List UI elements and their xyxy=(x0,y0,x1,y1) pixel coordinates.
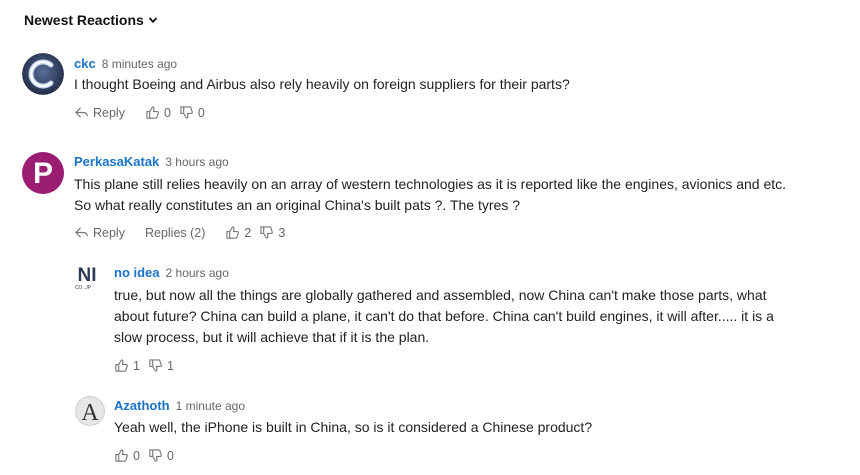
a-letter-icon: A xyxy=(81,400,99,425)
svg-text:CO. JP: CO. JP xyxy=(75,285,92,291)
svg-text:A: A xyxy=(81,400,99,425)
author-name[interactable]: Azathoth xyxy=(114,398,170,413)
thumbs-down-icon xyxy=(149,359,162,372)
reply-button[interactable]: Reply xyxy=(74,105,125,120)
like-button[interactable]: 0 xyxy=(145,105,171,120)
sort-dropdown[interactable]: Newest Reactions xyxy=(24,12,158,28)
reply-button[interactable]: Reply xyxy=(74,225,125,240)
thumbs-down-icon xyxy=(260,226,274,239)
avatar[interactable]: NI CO. JP xyxy=(72,262,102,292)
timestamp: 2 hours ago xyxy=(165,266,229,280)
comment-text: This plane still relies heavily on an ar… xyxy=(74,174,786,216)
author-name[interactable]: ckc xyxy=(74,56,96,71)
p-logo-icon: P xyxy=(33,157,53,190)
thumbs-up-icon xyxy=(115,449,128,462)
dislike-count: 1 xyxy=(166,358,174,373)
like-count: 1 xyxy=(133,358,140,373)
svg-text:NI: NI xyxy=(78,265,97,286)
like-count: 0 xyxy=(163,105,171,120)
like-button[interactable]: 2 xyxy=(225,225,251,240)
reply-label: Reply xyxy=(93,225,125,240)
c-logo-icon xyxy=(22,53,64,95)
reply-label: Reply xyxy=(93,105,125,120)
timestamp: 8 minutes ago xyxy=(101,57,178,71)
author-name[interactable]: no idea xyxy=(114,265,160,280)
timestamp: 3 hours ago xyxy=(165,155,229,169)
comment-text: true, but now all the things are globall… xyxy=(114,285,774,348)
dislike-count: 0 xyxy=(197,105,205,120)
reply-icon xyxy=(75,227,88,238)
comment-line: slow process, but it will achieve that i… xyxy=(114,329,430,345)
thumbs-down-icon xyxy=(180,106,193,119)
thumbs-up-icon xyxy=(226,226,240,239)
dislike-button[interactable]: 1 xyxy=(148,358,174,373)
sort-label: Newest Reactions xyxy=(24,12,144,28)
avatar[interactable] xyxy=(22,53,64,95)
like-button[interactable]: 0 xyxy=(114,448,140,463)
like-count: 0 xyxy=(133,448,140,463)
dislike-button[interactable]: 0 xyxy=(179,105,205,120)
chevron-down-icon xyxy=(148,17,157,24)
dislike-button[interactable]: 0 xyxy=(148,448,174,463)
dislike-count: 3 xyxy=(278,225,286,240)
comment-text: Yeah well, the iPhone is built in China,… xyxy=(114,419,593,435)
dislike-count: 0 xyxy=(166,448,174,463)
like-button[interactable]: 1 xyxy=(114,358,140,373)
comment-line: true, but now all the things are globall… xyxy=(114,287,767,303)
ni-logo-icon: NI CO. JP xyxy=(75,265,97,291)
svg-text:P: P xyxy=(33,157,53,190)
comment-line: So what really constitutes an an origina… xyxy=(74,197,520,213)
like-count: 2 xyxy=(244,225,252,240)
avatar[interactable]: P xyxy=(22,152,64,194)
thumbs-up-icon xyxy=(146,106,159,119)
replies-toggle[interactable]: Replies (2) xyxy=(145,226,205,240)
author-name[interactable]: PerkasaKatak xyxy=(74,154,159,169)
thumbs-up-icon xyxy=(115,359,128,372)
comment-line: about future? China can build a plane, i… xyxy=(114,308,774,324)
comment-line: This plane still relies heavily on an ar… xyxy=(74,176,787,192)
comment-text: I thought Boeing and Airbus also rely he… xyxy=(74,76,570,92)
reply-icon xyxy=(75,107,88,118)
avatar[interactable]: A xyxy=(75,396,105,426)
thumbs-down-icon xyxy=(149,449,162,462)
timestamp: 1 minute ago xyxy=(175,399,245,413)
dislike-button[interactable]: 3 xyxy=(259,225,285,240)
